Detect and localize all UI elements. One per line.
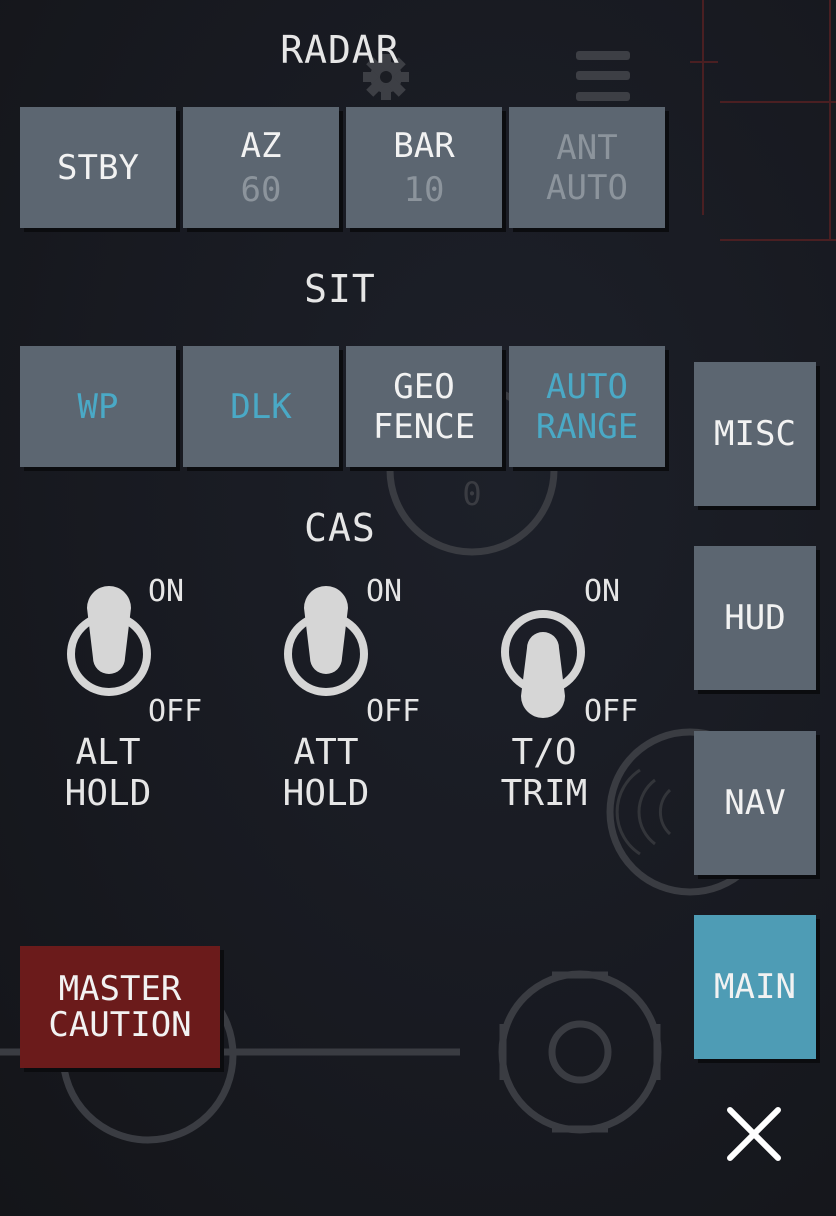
cas-section-title: CAS (304, 506, 376, 550)
sit-fence-label: FENCE (372, 406, 476, 447)
sit-auto-range-button[interactable]: AUTO RANGE (509, 346, 665, 467)
radar-bar-label: BAR (393, 125, 455, 166)
main-label: MAIN (714, 967, 796, 1007)
att-hold-on-label: ON (366, 574, 403, 609)
sit-dlk-button[interactable]: DLK (183, 346, 339, 467)
menu-icon (576, 51, 630, 101)
alt-hold-label: ALT HOLD (38, 732, 178, 814)
sit-geo-label: GEO (393, 366, 455, 407)
alt-hold-line2: HOLD (64, 773, 152, 814)
radar-section-title: RADAR (280, 28, 400, 72)
side-menu-misc-button[interactable]: MISC (694, 362, 816, 506)
close-icon[interactable] (722, 1102, 786, 1166)
sit-wp-button[interactable]: WP (20, 346, 176, 467)
sit-auto-label: AUTO (546, 366, 628, 407)
att-hold-toggle[interactable] (277, 580, 377, 700)
nav-label: NAV (724, 783, 786, 823)
att-hold-line2: HOLD (282, 773, 370, 814)
radar-bar-value: 10 (403, 169, 445, 210)
radar-ant-auto-button[interactable]: ANT AUTO (509, 107, 665, 228)
radar-az-button[interactable]: AZ 60 (183, 107, 339, 228)
att-hold-label: ATT HOLD (256, 732, 396, 814)
radar-ant-label: ANT (556, 127, 618, 168)
radar-az-value: 60 (240, 169, 282, 210)
to-trim-line1: T/O (511, 732, 577, 773)
sit-wp-label: WP (77, 386, 119, 427)
sit-range-label: RANGE (535, 406, 639, 447)
sit-dlk-label: DLK (230, 386, 292, 427)
radar-bar-button[interactable]: BAR 10 (346, 107, 502, 228)
master-caution-line1: MASTER (58, 969, 182, 1009)
att-hold-off-label: OFF (366, 694, 421, 729)
side-menu-hud-button[interactable]: HUD (694, 546, 816, 690)
bg-joystick (498, 970, 662, 1134)
bg-dial-value: 0 (462, 475, 481, 513)
bg-joystick-center (548, 1020, 612, 1084)
alt-hold-line1: ALT (75, 732, 141, 773)
sit-geo-fence-button[interactable]: GEO FENCE (346, 346, 502, 467)
alt-hold-off-label: OFF (148, 694, 203, 729)
radar-az-label: AZ (240, 125, 282, 166)
master-caution-button[interactable]: MASTER CAUTION (20, 946, 220, 1068)
radar-stby-button[interactable]: STBY (20, 107, 176, 228)
alt-hold-toggle[interactable] (60, 580, 160, 700)
side-menu-main-button[interactable]: MAIN (694, 915, 816, 1059)
hud-label: HUD (724, 598, 786, 638)
sit-section-title: SIT (304, 267, 376, 311)
alt-hold-on-label: ON (148, 574, 185, 609)
to-trim-off-label: OFF (584, 694, 639, 729)
misc-label: MISC (714, 414, 796, 454)
to-trim-line2: TRIM (500, 773, 588, 814)
to-trim-on-label: ON (584, 574, 621, 609)
master-caution-line2: CAUTION (48, 1005, 192, 1045)
att-hold-line1: ATT (293, 732, 359, 773)
radar-ant-value: AUTO (546, 167, 628, 208)
radar-stby-label: STBY (57, 147, 139, 188)
to-trim-label: T/O TRIM (474, 732, 614, 814)
side-menu-nav-button[interactable]: NAV (694, 731, 816, 875)
to-trim-toggle[interactable] (494, 600, 594, 725)
